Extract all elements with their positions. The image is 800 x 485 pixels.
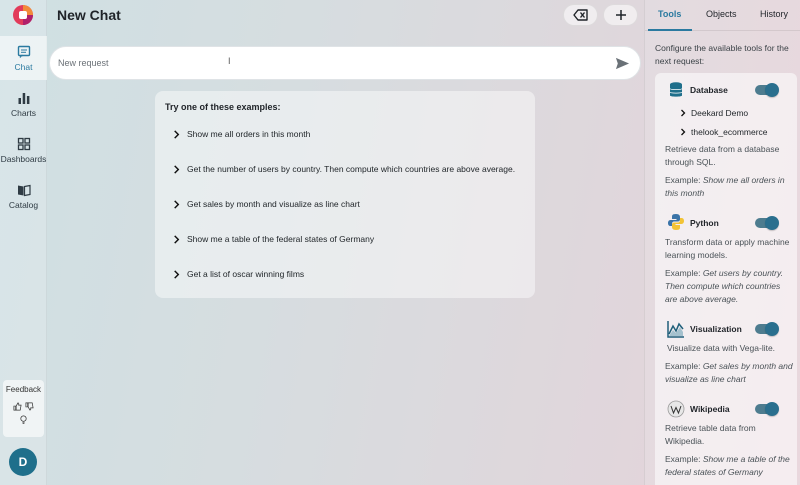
database-toggle[interactable] [755, 83, 779, 97]
tool-name-python: Python [690, 218, 719, 228]
panel-tabs: Tools Objects History [645, 0, 800, 31]
database-item-deekard-demo[interactable]: Deekard Demo [679, 108, 748, 118]
feedback-label: Feedback [5, 385, 42, 394]
backspace-icon [572, 9, 588, 21]
clear-chat-button[interactable] [563, 4, 598, 26]
sidebar-item-catalog[interactable]: Catalog [0, 174, 47, 218]
thumbs-up-icon[interactable] [13, 402, 22, 411]
example-item[interactable]: Get a list of oscar winning films [172, 269, 304, 279]
panel-description: Configure the available tools for the ne… [655, 43, 789, 66]
chevron-right-icon [174, 234, 180, 244]
book-icon [17, 184, 31, 196]
python-toggle[interactable] [755, 216, 779, 230]
thumbs-down-icon[interactable] [25, 402, 34, 411]
example-item[interactable]: Show me a table of the federal states of… [172, 234, 374, 244]
left-sidebar: Chat Charts Dashboards Catalog Feedback … [0, 0, 47, 485]
database-item-thelook-ecommerce[interactable]: thelook_ecommerce [679, 127, 768, 137]
page-title: New Chat [57, 7, 121, 23]
chevron-right-icon [174, 269, 180, 279]
python-icon [668, 214, 684, 230]
visualization-example: Example: Get sales by month and visualiz… [665, 361, 793, 384]
wikipedia-icon [667, 400, 685, 418]
python-example: Example: Get users by country. Then comp… [665, 268, 783, 304]
sidebar-item-dashboards[interactable]: Dashboards [0, 128, 47, 172]
sidebar-item-chat[interactable]: Chat [0, 36, 47, 80]
wikipedia-description: Retrieve table data from Wikipedia. [665, 423, 756, 446]
send-icon[interactable] [615, 56, 630, 71]
example-item[interactable]: Get sales by month and visualize as line… [172, 199, 360, 209]
request-input[interactable] [58, 53, 598, 73]
tab-tools[interactable]: Tools [658, 9, 681, 19]
example-item[interactable]: Get the number of users by country. Then… [172, 164, 515, 174]
chevron-right-icon [174, 164, 180, 174]
chevron-right-icon [681, 128, 686, 136]
app-logo-icon[interactable] [12, 4, 34, 26]
wikipedia-example: Example: Show me a table of the federal … [665, 454, 790, 477]
sidebar-item-label: Dashboards [0, 153, 47, 164]
active-tab-indicator [648, 29, 692, 31]
sidebar-item-label: Catalog [8, 199, 39, 210]
plus-icon [615, 10, 626, 20]
feedback-panel: Feedback [3, 380, 44, 437]
new-chat-button[interactable] [603, 4, 638, 26]
examples-title: Try one of these examples: [165, 102, 281, 112]
chevron-right-icon [174, 199, 180, 209]
python-description: Transform data or apply machine learning… [665, 237, 790, 260]
tools-list: Database Deekard Demo thelook_ecommerce … [655, 73, 797, 485]
visualization-description: Visualize data with Vega-lite. [667, 343, 776, 353]
tool-name-wikipedia: Wikipedia [690, 404, 730, 414]
visualization-icon [667, 321, 684, 338]
tab-history[interactable]: History [760, 9, 788, 19]
chevron-right-icon [174, 129, 180, 139]
tool-name-visualization: Visualization [690, 324, 742, 334]
database-description: Retrieve data from a database through SQ… [665, 144, 780, 167]
request-box: I [49, 46, 641, 80]
tool-name-database: Database [690, 85, 728, 95]
user-avatar[interactable]: D [9, 448, 37, 476]
sidebar-item-charts[interactable]: Charts [0, 82, 47, 126]
lightbulb-icon[interactable] [19, 415, 28, 424]
database-example: Example: Show me all orders in this mont… [665, 175, 785, 198]
sidebar-item-label: Charts [10, 107, 37, 118]
wikipedia-toggle[interactable] [755, 402, 779, 416]
sidebar-item-label: Chat [14, 61, 33, 72]
tab-objects[interactable]: Objects [706, 9, 737, 19]
bar-chart-icon [18, 92, 29, 104]
database-icon [669, 82, 683, 97]
dashboard-icon [17, 137, 30, 150]
examples-card: Try one of these examples: Show me all o… [155, 91, 535, 298]
tools-panel: Tools Objects History Configure the avai… [644, 0, 800, 485]
text-cursor-icon: I [228, 56, 231, 66]
example-item[interactable]: Show me all orders in this month [172, 129, 310, 139]
chevron-right-icon [681, 109, 686, 117]
chat-icon [17, 45, 30, 58]
visualization-toggle[interactable] [755, 322, 779, 336]
